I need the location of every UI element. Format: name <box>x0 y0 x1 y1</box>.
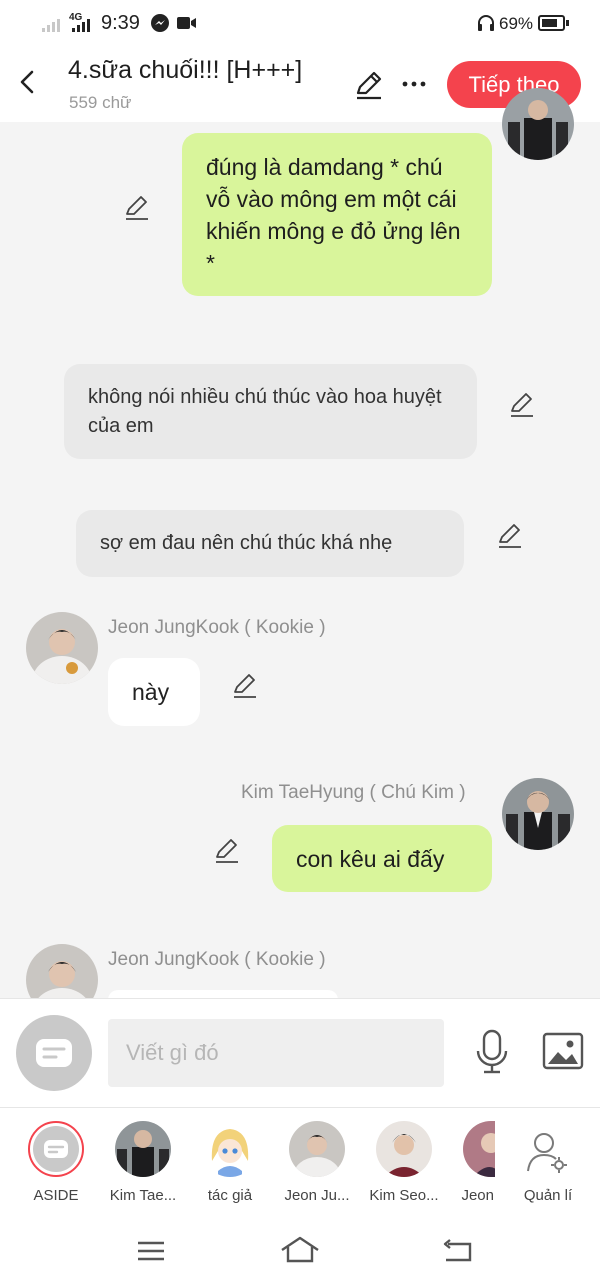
pencil-icon <box>499 524 521 548</box>
character-kim-taehyung[interactable] <box>115 1121 171 1177</box>
user-settings-icon <box>527 1133 567 1173</box>
character-label: Jeon Ju... <box>284 1187 350 1204</box>
image-icon <box>542 1032 584 1070</box>
message-bubble-outgoing[interactable]: đúng là damdang * chú vỗ vào mông em một… <box>182 133 492 296</box>
messenger-icon <box>151 14 169 32</box>
story-title: 4.sữa chuối!!! [H+++] <box>68 56 303 84</box>
edit-message-button[interactable] <box>507 389 537 419</box>
video-call-icon <box>177 16 197 30</box>
character-label: Quản lí <box>523 1187 573 1204</box>
image-upload-button[interactable] <box>542 1032 584 1070</box>
signal-icon-1 <box>42 16 60 32</box>
sender-name: Jeon JungKook ( Kookie ) <box>108 949 326 970</box>
battery-icon <box>538 15 565 31</box>
message-input[interactable] <box>108 1019 444 1087</box>
message-bubble-outgoing[interactable]: con kêu ai đấy <box>272 825 492 892</box>
clock: 9:39 <box>101 12 140 34</box>
pencil-icon <box>234 674 256 698</box>
aside-toggle-button[interactable] <box>16 1015 92 1091</box>
home-icon <box>281 1236 319 1263</box>
pencil-icon <box>511 393 533 417</box>
microphone-icon <box>476 1029 508 1074</box>
character-kim-seo[interactable] <box>376 1121 432 1177</box>
message-bubble-incoming[interactable]: này <box>108 658 200 726</box>
menu-icon <box>138 1241 164 1261</box>
battery-tip <box>566 20 569 26</box>
return-icon <box>443 1239 472 1262</box>
aside-icon <box>33 1126 79 1172</box>
home-button[interactable] <box>280 1234 320 1264</box>
edit-message-button[interactable] <box>230 670 260 700</box>
sender-name: Kim TaeHyung ( Chú Kim ) <box>241 782 466 803</box>
message-bubble-narration[interactable]: không nói nhiều chú thúc vào hoa huyệt c… <box>64 364 477 459</box>
pencil-icon <box>216 839 238 863</box>
more-dots-icon <box>402 81 426 87</box>
character-label: tác giả <box>207 1187 253 1204</box>
edit-title-button[interactable] <box>352 68 386 102</box>
sender-name: Jeon JungKook ( Kookie ) <box>108 617 326 638</box>
battery-percent: 69% <box>499 14 534 33</box>
manage-characters-button[interactable] <box>526 1131 570 1175</box>
character-label: Jeon <box>461 1187 494 1204</box>
avatar-jeon-jungkook[interactable] <box>26 612 98 684</box>
chat-bubble-icon <box>36 1039 72 1067</box>
word-count: 559 chữ <box>69 93 132 112</box>
avatar-kim-taehyung[interactable] <box>502 778 574 850</box>
character-jeon-jungkook[interactable] <box>289 1121 345 1177</box>
character-label: Kim Seo... <box>369 1187 439 1204</box>
message-bubble-narration[interactable]: sợ em đau nên chú thúc khá nhẹ <box>76 510 464 577</box>
microphone-button[interactable] <box>474 1029 510 1075</box>
character-label: ASIDE <box>33 1187 79 1204</box>
edit-message-button[interactable] <box>212 835 242 865</box>
signal-icon-2 <box>72 16 90 32</box>
avatar-kim-taehyung-top[interactable] <box>502 88 574 160</box>
edit-message-button[interactable] <box>122 192 152 222</box>
back-system-button[interactable] <box>442 1238 474 1264</box>
edit-message-button[interactable] <box>495 520 525 550</box>
headphones-icon <box>477 14 495 32</box>
back-arrow-icon <box>20 70 34 94</box>
pencil-icon <box>356 71 382 100</box>
character-author[interactable] <box>202 1121 258 1177</box>
pencil-icon <box>126 196 148 220</box>
back-button[interactable] <box>10 62 46 102</box>
character-label: Kim Tae... <box>109 1187 177 1204</box>
recent-apps-button[interactable] <box>137 1240 165 1262</box>
character-aside[interactable] <box>28 1121 84 1177</box>
more-options-button[interactable] <box>400 74 428 94</box>
